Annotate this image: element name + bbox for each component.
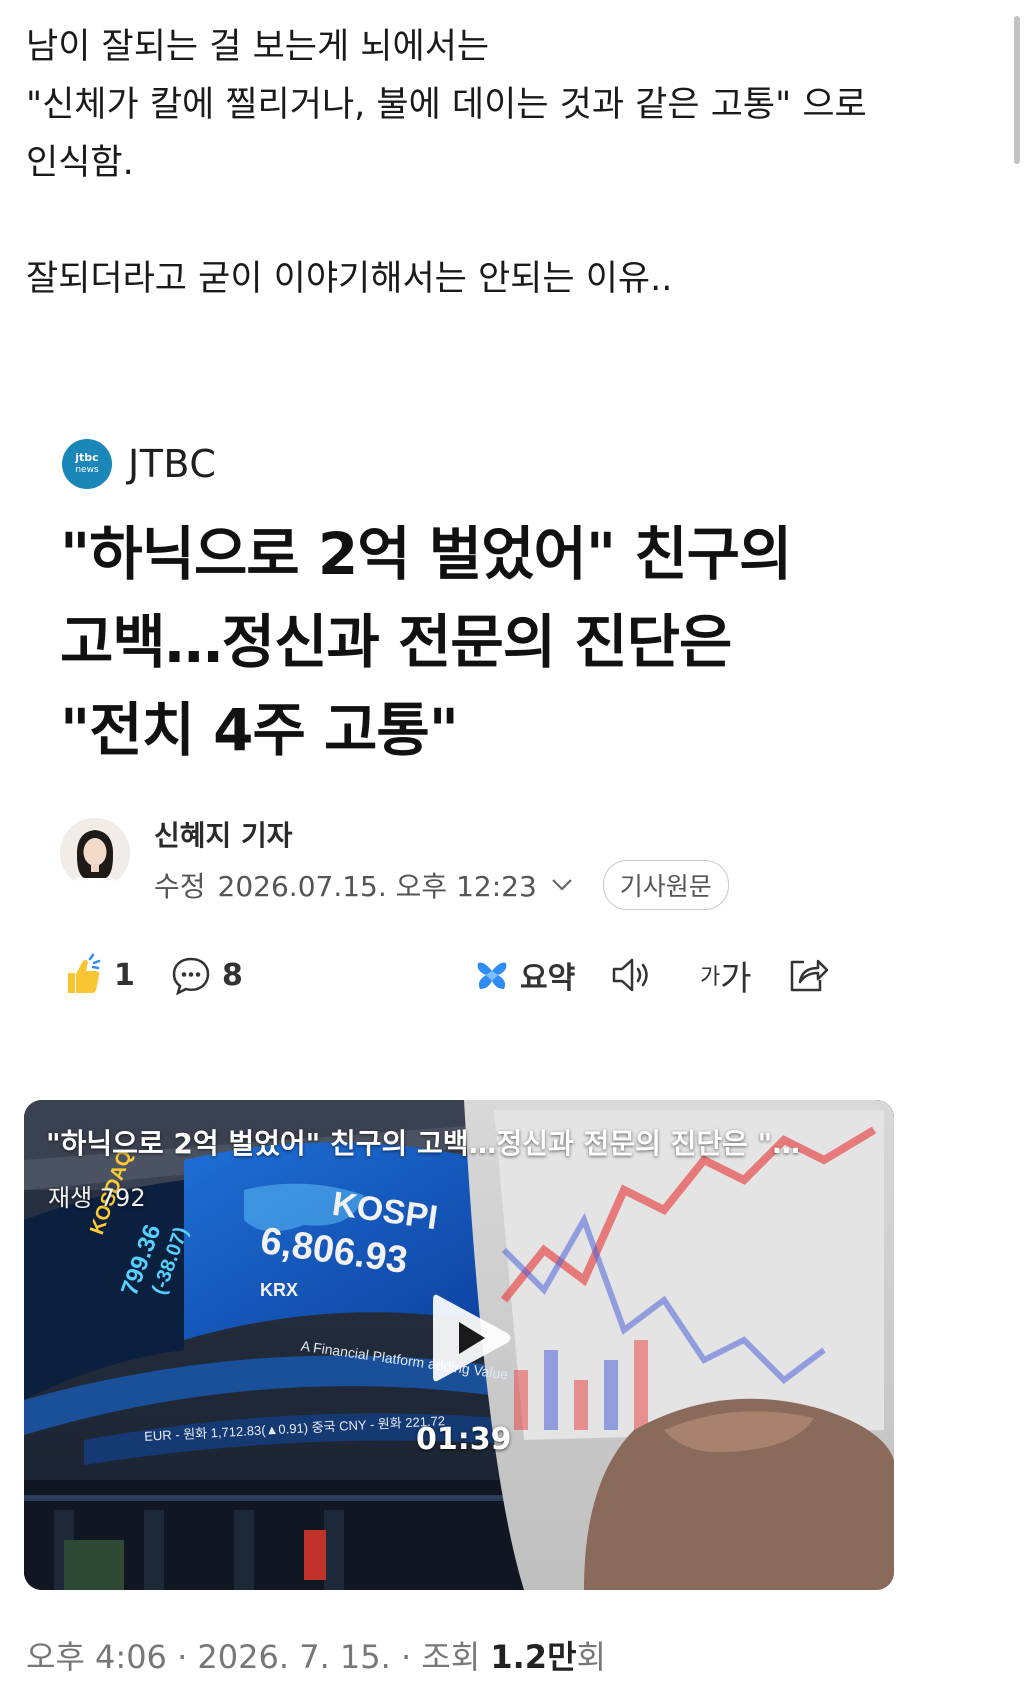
post-line: "신체가 칼에 찔리거나, 불에 데이는 것과 같은 고통" 으로 — [26, 85, 867, 125]
edited-datetime: 2026.07.15. 오후 12:23 — [217, 870, 537, 903]
comment-count: 8 — [222, 957, 243, 993]
view-count-unit: 회 — [576, 1638, 606, 1676]
font-size-button[interactable]: 가가 — [700, 940, 752, 1010]
reporter-avatar[interactable] — [60, 818, 130, 888]
headline-line: 고백…정신과 전문의 진단은 — [60, 608, 732, 676]
post-line: 남이 잘되는 걸 보는게 뇌에서는 — [26, 27, 490, 67]
headline-line: "하닉으로 2억 벌었어" 친구의 — [60, 520, 792, 588]
video-duration: 01:39 — [416, 1422, 512, 1457]
font-size-small-glyph: 가 — [700, 965, 721, 990]
reporter-name[interactable]: 신혜지 기자 — [154, 814, 293, 854]
video-title: "하닉으로 2억 벌었어" 친구의 고백…정신과 전문의 진단은 "… — [46, 1127, 801, 1160]
speaker-icon — [612, 958, 648, 992]
publisher-logo: jtbc news — [62, 439, 112, 489]
publisher[interactable]: jtbc news JTBC — [62, 436, 216, 492]
screen-krx-logo: KRX — [260, 1280, 299, 1300]
post-footer-meta: 오후 4:06 · 2026. 7. 15. · 조회 1.2만회 — [26, 1632, 606, 1678]
like-button[interactable]: 1 — [60, 940, 135, 1010]
font-size-large-glyph: 가 — [720, 958, 752, 999]
original-article-button[interactable]: 기사원문 — [602, 860, 729, 910]
post-timestamp: 오후 4:06 · 2026. 7. 15. · 조회 — [26, 1638, 481, 1676]
listen-button[interactable] — [610, 940, 656, 1010]
thumbs-up-icon — [68, 953, 101, 993]
video-player[interactable]: KOSPI 6,806.93 KOSDAQ 799.36 (-38.07) KR… — [24, 1100, 894, 1590]
edit-meta: 수정 2026.07.15. 오후 12:23 기사원문 — [154, 860, 729, 910]
chevron-down-icon[interactable] — [551, 878, 573, 892]
summary-button[interactable]: 요약 — [474, 940, 575, 1010]
post-line: 잘되더라고 굳이 이야기해서는 안되는 이유.. — [26, 259, 673, 299]
play-button-icon[interactable] — [419, 1288, 519, 1388]
share-button[interactable] — [786, 940, 830, 1010]
article-headline[interactable]: "하닉으로 2억 벌었어" 친구의 고백…정신과 전문의 진단은 "전치 4주 … — [60, 510, 880, 774]
edited-label: 수정 — [154, 870, 206, 903]
headline-line: "전치 4주 고통" — [60, 696, 459, 764]
share-icon — [790, 959, 829, 992]
speech-bubble-icon — [172, 957, 210, 996]
summary-icon — [477, 962, 507, 989]
like-count: 1 — [114, 957, 135, 993]
article-card[interactable]: jtbc news JTBC "하닉으로 2억 벌었어" 친구의 고백…정신과 … — [24, 420, 894, 1590]
scrollbar-thumb[interactable] — [1014, 16, 1020, 164]
video-view-count: 재생 792 — [48, 1184, 146, 1212]
summary-label: 요약 — [520, 961, 576, 996]
view-count-number: 1.2만 — [490, 1638, 577, 1676]
publisher-name: JTBC — [128, 442, 217, 486]
post-body: 남이 잘되는 걸 보는게 뇌에서는 "신체가 칼에 찔리거나, 불에 데이는 것… — [26, 18, 1001, 308]
byline: 신혜지 기자 수정 2026.07.15. 오후 12:23 기사원문 — [60, 792, 880, 910]
action-bar: 1 8 요약 가가 — [60, 940, 880, 1010]
post-line: 인식함. — [26, 143, 134, 183]
comment-button[interactable]: 8 — [170, 940, 243, 1010]
